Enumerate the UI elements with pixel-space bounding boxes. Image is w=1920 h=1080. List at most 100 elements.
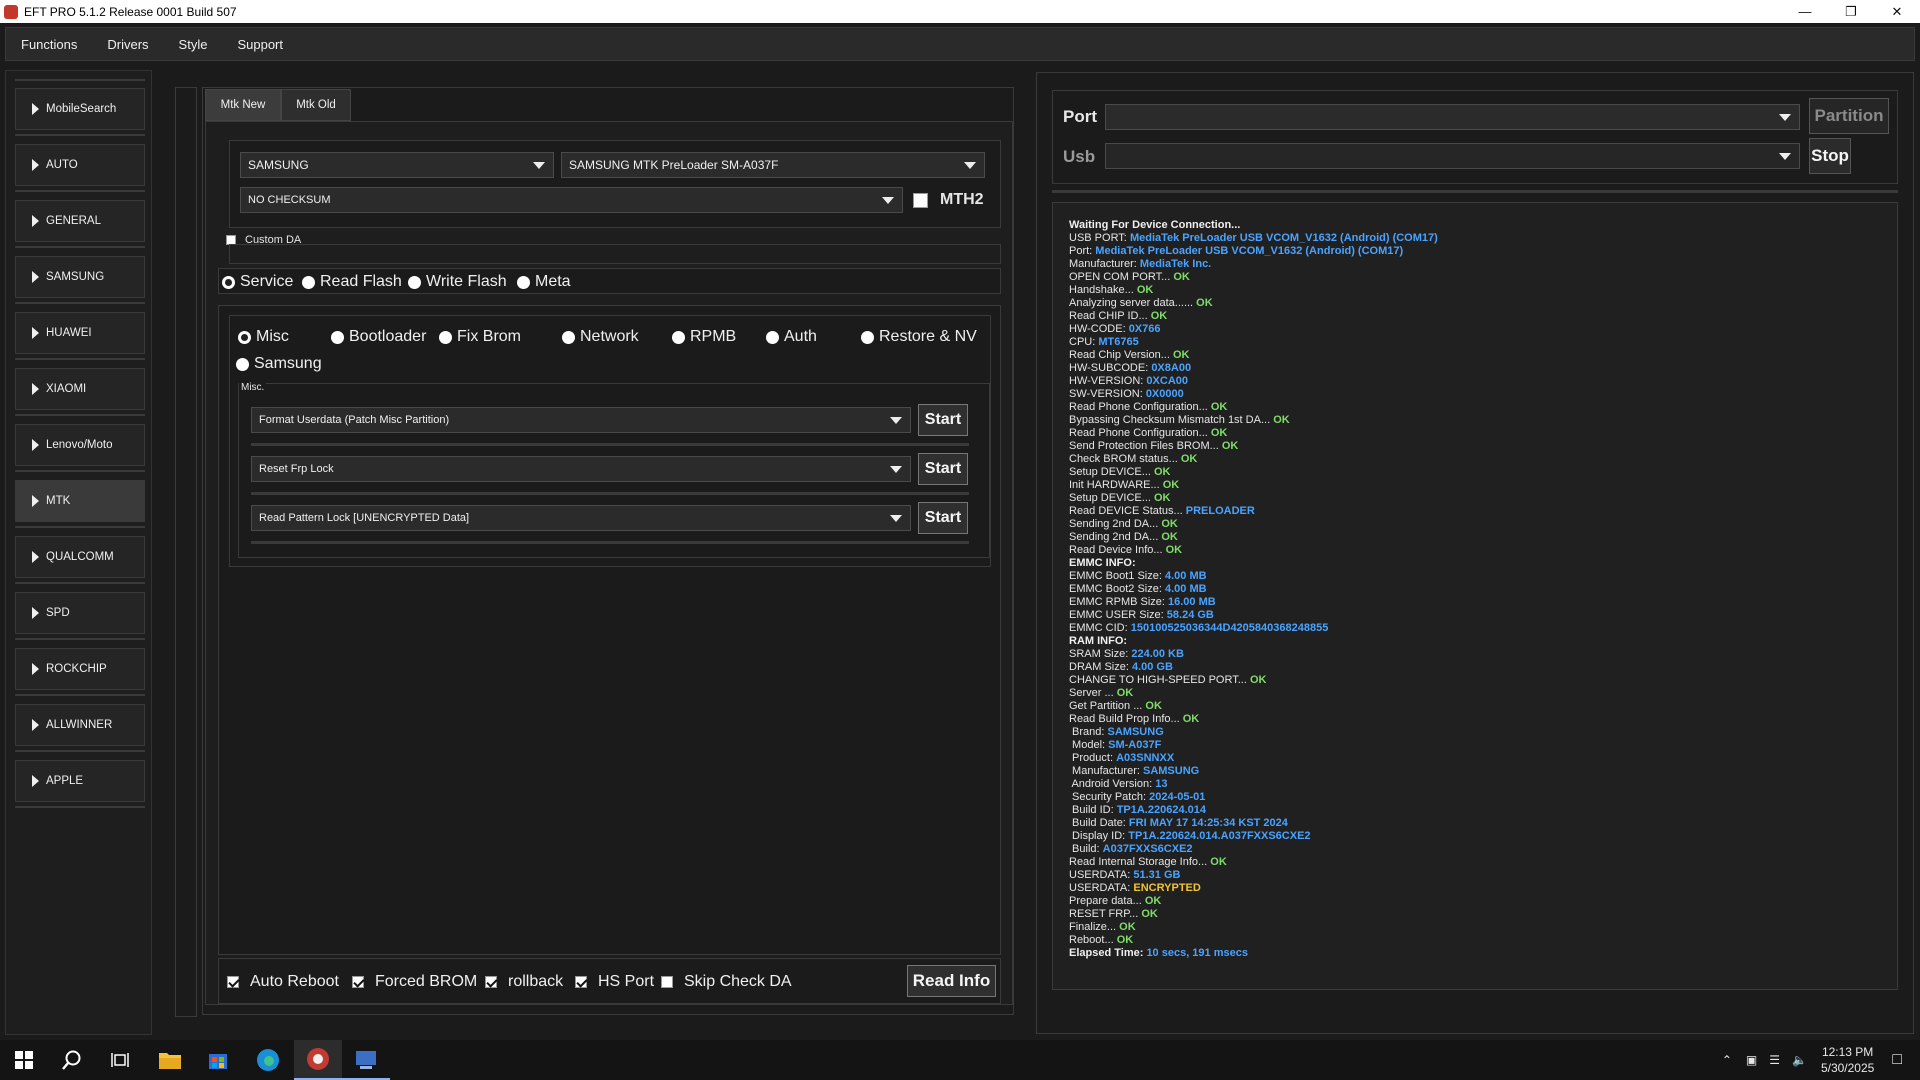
- rollback-option[interactable]: rollback: [485, 973, 563, 991]
- menu-functions[interactable]: Functions: [6, 37, 92, 52]
- auto-reboot-checkbox[interactable]: [227, 976, 239, 988]
- store-icon[interactable]: [194, 1040, 242, 1080]
- mode-read-flash-radio[interactable]: [302, 275, 315, 289]
- sidebar-item-lenovo-moto[interactable]: Lenovo/Moto: [15, 424, 145, 466]
- sidebar-item-rockchip[interactable]: ROCKCHIP: [15, 648, 145, 690]
- misc-operation-1-select[interactable]: Format Userdata (Patch Misc Partition): [251, 407, 911, 433]
- sidebar-item-mobilesearch[interactable]: MobileSearch: [15, 88, 145, 130]
- menu-style[interactable]: Style: [164, 37, 223, 52]
- port-label: Port: [1063, 107, 1097, 126]
- model-select[interactable]: SAMSUNG MTK PreLoader SM-A037F: [561, 152, 985, 178]
- category-auth[interactable]: Auth: [766, 328, 817, 346]
- tab-mtk-old[interactable]: Mtk Old: [281, 89, 351, 121]
- log-segment: A03SNNXX: [1116, 752, 1175, 764]
- category-rpmb-radio[interactable]: [672, 330, 685, 344]
- sidebar-item-xiaomi[interactable]: XIAOMI: [15, 368, 145, 410]
- sidebar-item-huawei[interactable]: HUAWEI: [15, 312, 145, 354]
- brand-select[interactable]: SAMSUNG: [240, 152, 554, 178]
- category-misc[interactable]: Misc: [238, 328, 289, 346]
- hs-port-option[interactable]: HS Port: [575, 973, 654, 991]
- tab-mtk-new[interactable]: Mtk New: [205, 89, 281, 121]
- camera-icon[interactable]: ▣: [1746, 1053, 1757, 1067]
- misc-operation-3-select[interactable]: Read Pattern Lock [UNENCRYPTED Data]: [251, 505, 911, 531]
- chevron-up-icon[interactable]: ⌃: [1722, 1053, 1732, 1067]
- minimize-icon[interactable]: —: [1782, 0, 1828, 23]
- log-line: DRAM Size: 4.00 GB: [1069, 661, 1897, 674]
- forced-brom-checkbox[interactable]: [352, 976, 364, 988]
- category-network[interactable]: Network: [562, 328, 639, 346]
- mode-write-flash-radio[interactable]: [408, 275, 421, 289]
- checksum-select[interactable]: NO CHECKSUM: [240, 187, 903, 213]
- notification-icon[interactable]: □: [1892, 1051, 1902, 1069]
- sidebar-separator: [15, 694, 145, 696]
- hs-port-checkbox[interactable]: [575, 976, 587, 988]
- category-fix-brom[interactable]: Fix Brom: [439, 328, 521, 346]
- search-icon[interactable]: [48, 1040, 96, 1080]
- rollback-checkbox[interactable]: [485, 976, 497, 988]
- start-button-3[interactable]: Start: [918, 502, 968, 534]
- category-bootloader-radio[interactable]: [331, 330, 344, 344]
- restore-icon[interactable]: ❐: [1828, 0, 1874, 23]
- separator: [251, 492, 969, 495]
- sidebar-item-spd[interactable]: SPD: [15, 592, 145, 634]
- start-button-1[interactable]: Start: [918, 404, 968, 436]
- category-samsung[interactable]: Samsung: [236, 355, 322, 373]
- log-segment: Security Patch:: [1069, 791, 1150, 803]
- network-icon[interactable]: ☰: [1769, 1053, 1780, 1067]
- sidebar-item-apple[interactable]: APPLE: [15, 760, 145, 802]
- port-select[interactable]: [1105, 104, 1800, 130]
- start-button-2[interactable]: Start: [918, 453, 968, 485]
- category-bootloader[interactable]: Bootloader: [331, 328, 426, 346]
- category-fix-brom-radio[interactable]: [439, 330, 452, 344]
- stop-button[interactable]: Stop: [1809, 138, 1851, 174]
- mth2-checkbox[interactable]: [913, 192, 928, 208]
- misc-operation-2-select[interactable]: Reset Frp Lock: [251, 456, 911, 482]
- volume-icon[interactable]: 🔈: [1792, 1053, 1807, 1067]
- sidebar-item-auto[interactable]: AUTO: [15, 144, 145, 186]
- log-line: SW-VERSION: 0X0000: [1069, 388, 1897, 401]
- close-icon[interactable]: ✕: [1874, 0, 1920, 23]
- category-auth-radio[interactable]: [766, 330, 779, 344]
- file-explorer-icon[interactable]: [146, 1040, 194, 1080]
- sidebar-item-general[interactable]: GENERAL: [15, 200, 145, 242]
- task-view-icon[interactable]: [96, 1040, 144, 1080]
- sidebar-item-samsung[interactable]: SAMSUNG: [15, 256, 145, 298]
- partition-button[interactable]: Partition: [1809, 98, 1889, 134]
- sidebar-item-mtk[interactable]: MTK: [15, 480, 145, 522]
- menu-support[interactable]: Support: [222, 37, 298, 52]
- mode-write-flash[interactable]: Write Flash: [408, 273, 507, 291]
- caret-right-icon: [32, 663, 39, 675]
- sidebar-separator: [15, 750, 145, 752]
- category-misc-radio[interactable]: [238, 330, 251, 344]
- auto-reboot-option[interactable]: Auto Reboot: [227, 973, 339, 991]
- app-taskbar-icon[interactable]: [342, 1040, 390, 1080]
- log-segment: RESET FRP...: [1069, 908, 1142, 920]
- windows-start-icon[interactable]: [0, 1040, 48, 1080]
- sidebar-item-allwinner[interactable]: ALLWINNER: [15, 704, 145, 746]
- mode-read-flash[interactable]: Read Flash: [302, 273, 402, 291]
- category-samsung-radio[interactable]: [236, 357, 249, 371]
- category-network-radio[interactable]: [562, 330, 575, 344]
- brand-sidebar: MobileSearch AUTO GENERAL SAMSUNG HUAWEI…: [5, 70, 152, 1035]
- mode-meta-radio[interactable]: [517, 275, 530, 289]
- mth2-option[interactable]: MTH2: [913, 191, 984, 209]
- category-restore-nv-radio[interactable]: [861, 330, 874, 344]
- sidebar-item-qualcomm[interactable]: QUALCOMM: [15, 536, 145, 578]
- category-rpmb[interactable]: RPMB: [672, 328, 736, 346]
- mode-service[interactable]: Service: [222, 273, 293, 291]
- category-restore-nv[interactable]: Restore & NV: [861, 328, 977, 346]
- skip-check-da-option[interactable]: Skip Check DA: [661, 973, 792, 991]
- clock[interactable]: 12:13 PM 5/30/2025: [1821, 1044, 1874, 1076]
- mode-meta[interactable]: Meta: [517, 273, 571, 291]
- eft-pro-taskbar-icon[interactable]: [294, 1040, 342, 1080]
- mode-service-radio[interactable]: [222, 275, 235, 289]
- edge-browser-icon[interactable]: [244, 1040, 292, 1080]
- forced-brom-option[interactable]: Forced BROM: [352, 973, 477, 991]
- menu-drivers[interactable]: Drivers: [92, 37, 163, 52]
- misc-group-label: Misc.: [239, 382, 267, 393]
- mode-service-label: Service: [240, 273, 294, 290]
- log-segment: Model:: [1069, 739, 1109, 751]
- skip-check-da-checkbox[interactable]: [661, 976, 673, 988]
- usb-select[interactable]: [1105, 143, 1800, 169]
- read-info-button[interactable]: Read Info: [907, 965, 996, 997]
